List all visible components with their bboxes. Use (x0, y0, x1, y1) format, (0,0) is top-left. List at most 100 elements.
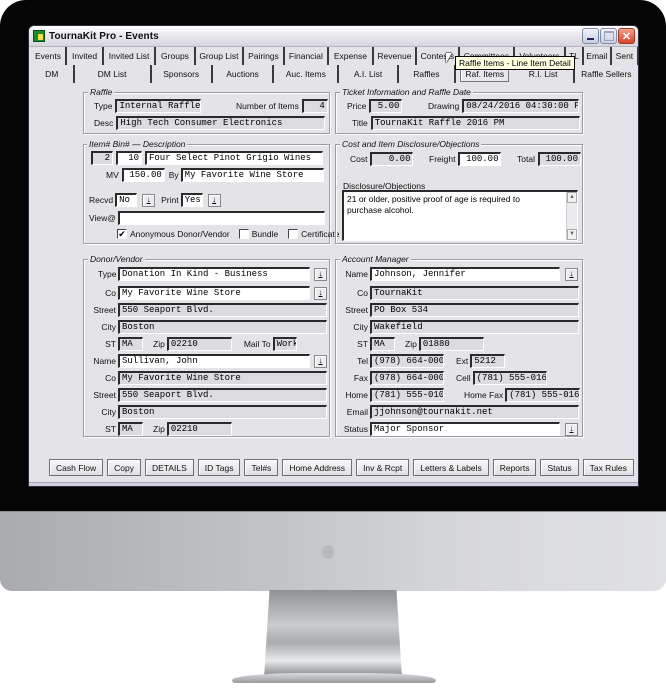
num-items-field: 4 (301, 99, 328, 113)
copy-button[interactable]: Copy (107, 459, 141, 476)
fax-field: (978) 664-0000 (370, 371, 444, 385)
donor-group-title: Donor/Vendor (88, 254, 145, 264)
by-field[interactable]: My Favorite Wine Store (180, 168, 324, 182)
tab-expense[interactable]: Expense (329, 47, 374, 65)
donor-co-dropdown-button[interactable] (314, 286, 327, 300)
home-address-button[interactable]: Home Address (282, 459, 353, 476)
tab-invited[interactable]: Invited (67, 47, 105, 65)
mv-field[interactable]: 150.00 (121, 168, 165, 182)
minimize-button[interactable] (582, 28, 599, 44)
recvd-field[interactable]: No (115, 193, 138, 207)
freight-field[interactable]: 100.00 (458, 152, 502, 166)
winner-button[interactable]: Winner (637, 459, 638, 476)
print-label: Print (161, 195, 179, 205)
item-no-label: Item# (89, 139, 111, 149)
reports-button[interactable]: Reports (492, 459, 537, 476)
price-field: 5.00 (369, 99, 403, 113)
donor-co-label: Co (105, 288, 116, 298)
scroll-down-arrow-icon[interactable]: ▼ (567, 229, 577, 240)
disclosure-scrollbar[interactable]: ▲ ▼ (566, 192, 577, 240)
tel-field: (978) 664-0000 (370, 354, 444, 368)
scroll-up-arrow-icon[interactable]: ▲ (567, 192, 577, 203)
tab-raffle-sellers[interactable]: Raffle Sellers (575, 65, 638, 83)
manager-city-label: City (353, 322, 368, 332)
title-label: Title (352, 118, 368, 128)
donor-type-dropdown-button[interactable] (314, 267, 327, 281)
window-controls: ✕ (582, 28, 635, 44)
id-tags-button[interactable]: ID Tags (197, 459, 241, 476)
tab-contests[interactable]: Contests (417, 47, 460, 65)
bundle-label: Bundle (251, 229, 279, 239)
recvd-dropdown-button[interactable] (142, 193, 156, 207)
view-field[interactable] (117, 211, 325, 225)
description-label: Description (142, 139, 186, 149)
anonymous-checkbox[interactable]: ✔ (117, 229, 127, 239)
tab-group-list[interactable]: Group List (196, 47, 244, 65)
status-field[interactable]: Major Sponsor (370, 422, 560, 436)
status-button[interactable]: Status (540, 459, 579, 476)
raffle-group: Raffle Type Internal Raffle Number of It… (83, 87, 330, 134)
contact-name-label: Name (93, 356, 116, 366)
contact-st-field: MA (118, 422, 143, 436)
close-button[interactable]: ✕ (618, 28, 635, 44)
fax-label: Fax (353, 373, 368, 383)
manager-st-field: MA (370, 337, 395, 351)
details-button[interactable]: DETAILS (145, 459, 194, 476)
home-field: (781) 555-0106 (370, 388, 444, 402)
type-label: Type (94, 101, 113, 111)
manager-street-label: Street (345, 305, 368, 315)
mouse-cursor-icon (446, 53, 452, 63)
manager-name-field[interactable]: Johnson, Jennifer (370, 267, 560, 281)
inv-and-rcpt-button[interactable]: Inv & Rcpt (356, 459, 410, 476)
print-field[interactable]: Yes (180, 193, 203, 207)
tab-sponsors[interactable]: Sponsors (152, 65, 213, 83)
print-dropdown-button[interactable] (207, 193, 221, 207)
monitor-stand (264, 590, 402, 678)
tab-groups[interactable]: Groups (156, 47, 196, 65)
manager-city-field: Wakefield (370, 320, 579, 334)
item-no-field: 2 (91, 151, 113, 165)
title-bar[interactable]: TournaKit Pro - Events ✕ (29, 26, 638, 47)
tab-raffles[interactable]: Raffles (399, 65, 457, 83)
tab-a-i-list[interactable]: A.I. List (339, 65, 399, 83)
tab-invited-list[interactable]: Invited List (104, 47, 157, 65)
tab-events[interactable]: Events (31, 47, 67, 65)
bin-no-field[interactable]: 10 (116, 151, 142, 165)
tab-sent[interactable]: Sent (612, 47, 638, 65)
maximize-button[interactable] (600, 28, 617, 44)
tab-dm-list[interactable]: DM List (75, 65, 152, 83)
tab-email[interactable]: Email (584, 47, 612, 65)
email-field: jjohnson@tournakit.net (370, 405, 579, 419)
description-field[interactable]: Four Select Pinot Grigio Wines (145, 151, 323, 165)
cash-flow-button[interactable]: Cash Flow (49, 459, 104, 476)
bundle-checkbox[interactable] (238, 229, 249, 239)
donor-type-field[interactable]: Donation In Kind - Business (118, 267, 310, 281)
donor-co-field[interactable]: My Favorite Wine Store (118, 286, 310, 300)
contact-zip-field: 02210 (166, 422, 232, 436)
certificate-checkbox[interactable] (288, 229, 299, 239)
contact-city-field: Boston (118, 405, 327, 419)
tab-tooltip: Raffle Items - Line Item Detail (455, 56, 575, 70)
freight-label: Freight (429, 154, 456, 164)
desc-label: Desc (94, 118, 114, 128)
contact-name-dropdown-button[interactable] (314, 354, 327, 368)
tab-revenue[interactable]: Revenue (374, 47, 417, 65)
tax-rules-button[interactable]: Tax Rules (582, 459, 634, 476)
manager-name-dropdown-button[interactable] (565, 267, 578, 281)
disclosure-textarea[interactable]: 21 or older, positive proof of age is re… (342, 190, 578, 241)
contact-name-field[interactable]: Sullivan, John (118, 354, 310, 368)
home-fax-label: Home Fax (464, 390, 504, 400)
tab-dm[interactable]: DM (31, 65, 75, 83)
telnos-button[interactable]: Tel#s (244, 459, 279, 476)
contact-co-label: Co (105, 373, 116, 383)
letters-and-labels-button[interactable]: Letters & Labels (413, 459, 489, 476)
tab-financial[interactable]: Financial (285, 47, 329, 65)
status-dropdown-button[interactable] (565, 422, 578, 436)
recvd-label: Recvd (89, 195, 114, 205)
tab-auctions[interactable]: Auctions (213, 65, 275, 83)
cell-label: Cell (456, 373, 471, 383)
app-window: TournaKit Pro - Events ✕ Events Invited In… (28, 25, 639, 487)
tab-pairings[interactable]: Pairings (244, 47, 285, 65)
manager-zip-label: Zip (405, 339, 417, 349)
tab-auc-items[interactable]: Auc. Items (274, 65, 340, 83)
